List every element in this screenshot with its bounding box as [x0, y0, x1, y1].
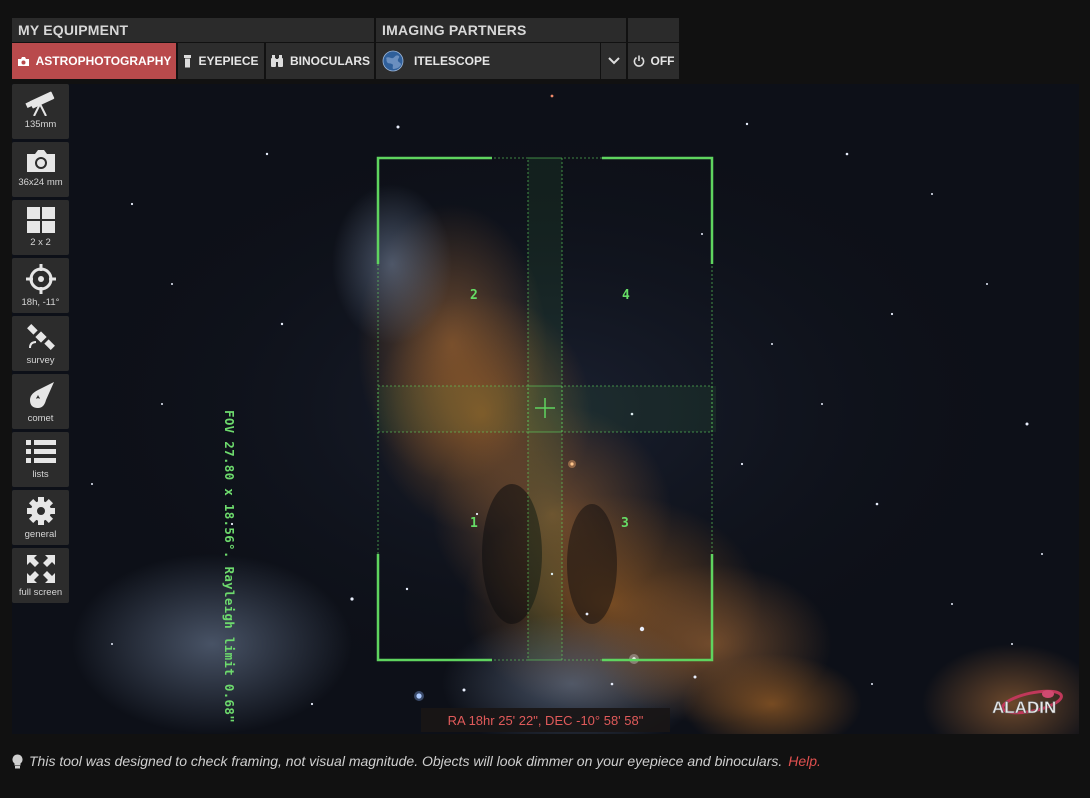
chevron-down-icon — [607, 57, 620, 65]
my-equipment-header: MY EQUIPMENT — [12, 18, 374, 42]
telescope-icon — [24, 91, 54, 116]
lightbulb-icon — [12, 754, 23, 768]
binoculars-tab[interactable]: BINOCULARS — [266, 43, 374, 79]
off-button[interactable]: OFF — [628, 43, 679, 79]
sidebar-item-label: 135mm — [24, 119, 57, 130]
sidebar-item-mosaic[interactable]: 2 x 2 — [12, 200, 69, 255]
toolbar-header-spacer — [628, 18, 679, 42]
astrophotography-label: ASTROPHOTOGRAPHY — [35, 54, 172, 68]
sidebar-item-general[interactable]: general — [12, 490, 69, 545]
footer-note-text: This tool was designed to check framing,… — [29, 753, 783, 769]
quadrant-4-label: 4 — [622, 288, 630, 303]
sidebar-item-label: 2 x 2 — [30, 237, 51, 248]
binoculars-label: BINOCULARS — [290, 54, 370, 68]
sidebar-item-fullscreen[interactable]: full screen — [12, 548, 69, 603]
help-link[interactable]: Help. — [788, 753, 821, 769]
gear-icon — [26, 497, 55, 525]
sidebar-item-label: survey — [26, 355, 55, 366]
partner-select[interactable]: ITELESCOPE — [376, 43, 600, 79]
sidebar-item-survey[interactable]: survey — [12, 316, 69, 371]
sidebar-item-target[interactable]: 18h, -11° — [12, 258, 69, 313]
quadrant-1-label: 1 — [470, 516, 478, 531]
equipment-toolbar: MY EQUIPMENT IMAGING PARTNERS ASTROPHOTO… — [12, 18, 679, 79]
sidebar-item-label: 36x24 mm — [18, 177, 63, 188]
sidebar-item-label: 18h, -11° — [21, 297, 60, 308]
quadrant-3-label: 3 — [621, 516, 629, 531]
quadrant-2-label: 2 — [470, 288, 478, 303]
off-label: OFF — [650, 54, 675, 68]
list-icon — [25, 440, 56, 463]
binoculars-icon — [271, 55, 283, 67]
aladin-logo-text: ALADIN — [992, 698, 1056, 717]
partner-label: ITELESCOPE — [414, 54, 491, 68]
expand-icon — [26, 555, 55, 583]
power-icon — [633, 55, 644, 67]
comet-icon — [29, 382, 54, 408]
sidebar-item-label: full screen — [18, 587, 63, 598]
sidebar-item-comet[interactable]: comet — [12, 374, 69, 429]
sky-image — [12, 84, 1079, 734]
astrophotography-tab[interactable]: ASTROPHOTOGRAPHY — [12, 43, 176, 79]
camera-icon — [26, 150, 55, 172]
globe-icon — [382, 50, 404, 72]
footer-note: This tool was designed to check framing,… — [12, 751, 821, 771]
fov-readout: FOV 27.80 x 18.56°. Rayleigh limit 0.68" — [222, 410, 237, 724]
sidebar-item-label: comet — [27, 413, 54, 424]
partner-dropdown-button[interactable] — [601, 43, 626, 79]
eyepiece-tab[interactable]: EYEPIECE — [178, 43, 264, 79]
satellite-icon — [26, 324, 55, 350]
sidebar-item-label: general — [24, 529, 57, 540]
coordinates-readout: RA 18hr 25' 22", DEC -10° 58' 58" — [421, 708, 670, 732]
sky-viewer[interactable]: FOV 27.80 x 18.56°. Rayleigh limit 0.68"… — [12, 84, 1079, 734]
sidebar-item-lists[interactable]: lists — [12, 432, 69, 487]
camera-icon — [17, 56, 29, 66]
grid-icon — [26, 207, 55, 233]
aladin-logo: ALADIN — [992, 689, 1063, 717]
sidebar-item-focal-length[interactable]: 135mm — [12, 84, 69, 139]
sidebar-item-label: lists — [32, 469, 49, 480]
eyepiece-label: EYEPIECE — [198, 54, 259, 68]
imaging-partners-header: IMAGING PARTNERS — [376, 18, 626, 42]
eyepiece-icon — [184, 54, 192, 67]
crosshair-icon — [25, 264, 56, 294]
sidebar-item-sensor[interactable]: 36x24 mm — [12, 142, 69, 197]
